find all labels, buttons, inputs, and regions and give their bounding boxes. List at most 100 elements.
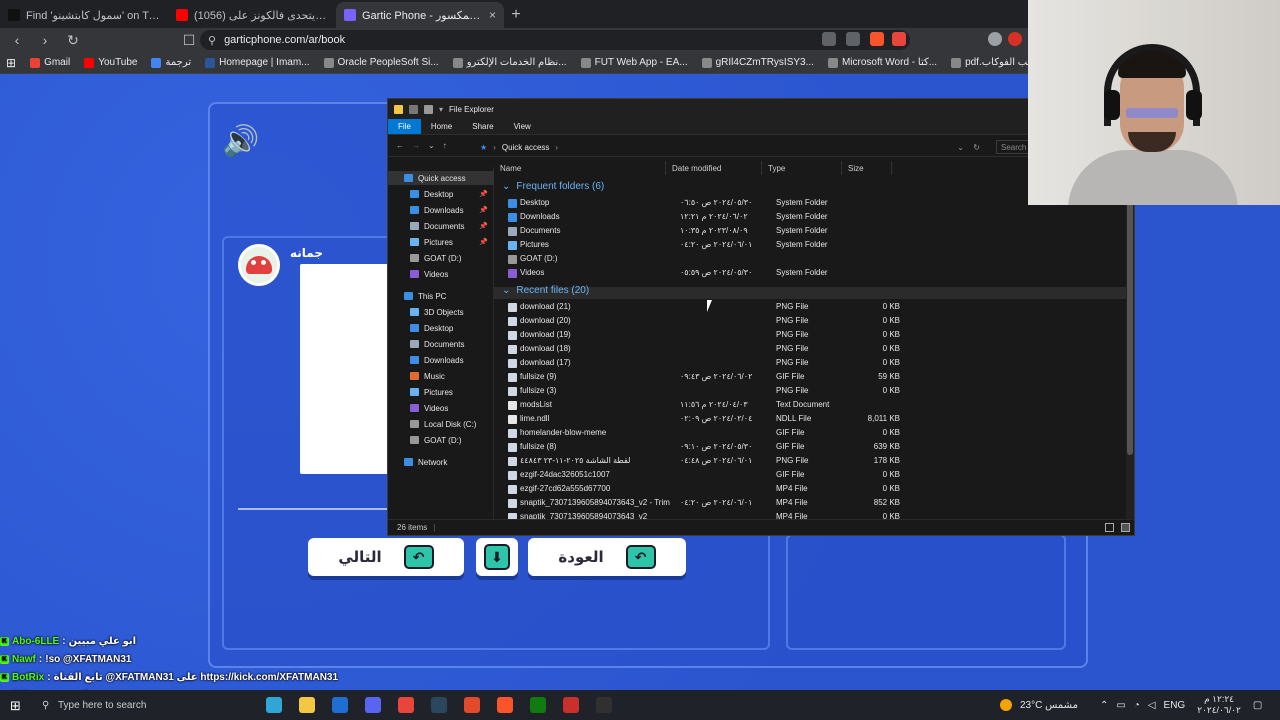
bookmark-item[interactable]: Gmail	[30, 57, 70, 68]
browser-tab[interactable]: (1056) مستر بيست يتحدى فالكونز على	[168, 2, 336, 28]
site-info-icon[interactable]: ⚲	[208, 34, 216, 47]
volume-icon[interactable]: ◁	[1148, 700, 1156, 711]
bookmark-item[interactable]: YouTube	[84, 57, 137, 68]
bookmark-item[interactable]: gRIl4CZmTRysISY3...	[701, 57, 814, 68]
language-indicator[interactable]: ENG	[1164, 700, 1186, 711]
tray-chevron-icon[interactable]: ⌃	[1100, 700, 1108, 711]
nav-item[interactable]: GOAT (D:)	[388, 433, 494, 447]
up-arrow-icon[interactable]: ↑	[443, 141, 447, 150]
taskbar-search-input[interactable]: ⚲ Type here to search	[36, 694, 246, 716]
share-icon[interactable]	[846, 32, 860, 46]
bookmark-item[interactable]: Oracle PeopleSoft Si...	[323, 57, 439, 68]
explorer-address-box[interactable]: ★ › Quick access › ⌄ ↻	[474, 140, 986, 154]
address-bar[interactable]: ⚲ garticphone.com/ar/book	[200, 30, 910, 50]
notifications-icon[interactable]: ▢	[1253, 700, 1262, 711]
nav-item[interactable]: This PC	[388, 289, 494, 303]
file-row[interactable]: download (19) PNG File 0 KB	[494, 329, 1126, 343]
chrome-icon[interactable]	[398, 697, 414, 713]
file-row[interactable]: snaptik_7307139605894073643_v2 - Trim ٢٠٢…	[494, 497, 1126, 511]
file-row[interactable]: download (17) PNG File 0 KB	[494, 357, 1126, 371]
ribbon-tab-home[interactable]: Home	[421, 119, 462, 134]
back-arrow-icon[interactable]: ←	[396, 141, 404, 150]
bookmark-item[interactable]: ترجمة	[151, 57, 191, 68]
file-row[interactable]: Pictures ٢٠٢٤/٠٦/٠١ ص ٠٤:٢٠ System Folder	[494, 239, 1126, 253]
file-row[interactable]: download (18) PNG File 0 KB	[494, 343, 1126, 357]
record-icon[interactable]	[1008, 32, 1022, 46]
nav-item[interactable]: Desktop	[388, 321, 494, 335]
address-dropdown-icon[interactable]: ⌄	[957, 143, 964, 152]
details-view-icon[interactable]	[1105, 523, 1114, 532]
translate-icon[interactable]	[822, 32, 836, 46]
browser-tab[interactable]: Gartic Phone - لعبة الهاتف المكسور ×	[336, 2, 504, 28]
nav-item[interactable]: Network	[388, 455, 494, 469]
outlook-icon[interactable]	[332, 697, 348, 713]
forward-icon[interactable]: ›	[36, 32, 54, 48]
recent-dropdown-icon[interactable]: ⌄	[428, 141, 435, 150]
file-row[interactable]: ezgif-27cd62a555d67700 MP4 File 0 KB	[494, 483, 1126, 497]
file-row[interactable]: GOAT (D:)	[494, 253, 1126, 267]
bookmark-item[interactable]: pdf.كتيب الفوكاب	[951, 57, 1038, 68]
group-header[interactable]: ⌄ Recent files (20)	[502, 285, 589, 296]
file-row[interactable]: modsList ٢٠٢٤/٠٤/٠٣ م ١١:٥٦ Text Document	[494, 399, 1126, 413]
nav-item[interactable]: Pictures 📌	[388, 235, 494, 249]
nav-item[interactable]: Desktop 📌	[388, 187, 494, 201]
file-row[interactable]: fullsize (3) PNG File 0 KB	[494, 385, 1126, 399]
app-icon[interactable]	[464, 697, 480, 713]
file-row[interactable]: Downloads ٢٠٢٤/٠٦/٠٢ م ١٢:٢١ System Folder	[494, 211, 1126, 225]
column-header[interactable]: Type	[762, 161, 842, 175]
nav-item[interactable]: Quick access	[388, 171, 494, 185]
weather-text[interactable]: 23°C مشمس	[1020, 700, 1078, 711]
file-row[interactable]: Documents ٢٠٢٣/٠٨/٠٩ م ١٠:٣٥ System Folder	[494, 225, 1126, 239]
nav-item[interactable]: Downloads 📌	[388, 203, 494, 217]
new-tab-button[interactable]: +	[504, 2, 528, 28]
discord-icon[interactable]	[365, 697, 381, 713]
forward-arrow-icon[interactable]: →	[412, 141, 420, 150]
brave-icon[interactable]	[497, 697, 513, 713]
reload-icon[interactable]: ↻	[64, 32, 82, 49]
speaker-icon[interactable]: 🔊	[222, 124, 259, 159]
nav-item[interactable]: Documents 📌	[388, 219, 494, 233]
nav-item[interactable]: Documents	[388, 337, 494, 351]
network-icon[interactable]: ◔	[1134, 700, 1140, 711]
nav-item[interactable]: Videos	[388, 267, 494, 281]
bookmark-item[interactable]: نظام الخدمات الإلكترو...	[452, 57, 567, 68]
xbox-icon[interactable]	[530, 697, 546, 713]
file-row[interactable]: لقطة الشاشة ٢٠٢٥-١١-٢٣ ٤٤٨٤٣ ٢٠٢٤/٠٦/٠١ ص…	[494, 455, 1126, 469]
group-header[interactable]: ⌄ Frequent folders (6)	[502, 181, 604, 192]
nav-item[interactable]: Downloads	[388, 353, 494, 367]
column-header[interactable]: Name	[494, 161, 666, 175]
file-row[interactable]: Videos ٢٠٢٤/٠٥/٣٠ ص ٠٥:٥٩ System Folder	[494, 267, 1126, 281]
file-row[interactable]: ezgif-24dac326051c1007 GIF File 0 KB	[494, 469, 1126, 483]
ribbon-tab-share[interactable]: Share	[462, 119, 503, 134]
scrollbar-thumb[interactable]	[1127, 167, 1133, 455]
apps-grid-icon[interactable]: ⊞	[6, 56, 16, 70]
column-header[interactable]: Size	[842, 161, 892, 175]
edge-icon[interactable]	[266, 697, 282, 713]
refresh-icon[interactable]: ↻	[973, 143, 980, 152]
file-row[interactable]: fullsize (8) ٢٠٢٤/٠٥/٣٠ ص ٠٩:١٠ GIF File 63…	[494, 441, 1126, 455]
file-row[interactable]: homelander-blow-meme GIF File 0 KB	[494, 427, 1126, 441]
nav-item[interactable]: Videos	[388, 401, 494, 415]
bookmark-icon[interactable]: ☐	[180, 32, 198, 49]
ribbon-tab-view[interactable]: View	[504, 119, 541, 134]
steam-icon[interactable]	[431, 697, 447, 713]
tab-close-icon[interactable]: ×	[489, 8, 496, 22]
vertical-scrollbar[interactable]	[1126, 167, 1134, 519]
file-row[interactable]: lime.ndll ٢٠٢٤/٠٢/٠٤ ص ٠٢:٠٩ NDLL File 8,01…	[494, 413, 1126, 427]
new-folder-icon[interactable]	[424, 104, 433, 114]
properties-icon[interactable]	[409, 104, 418, 114]
extension-icon[interactable]	[892, 32, 906, 46]
file-row[interactable]: download (21) PNG File 0 KB	[494, 301, 1126, 315]
brave-shield-icon[interactable]	[870, 32, 884, 46]
back-icon[interactable]: ‹	[8, 32, 26, 48]
app2-icon[interactable]	[563, 697, 579, 713]
quick-access-dropdown-icon[interactable]: ▾	[439, 105, 443, 114]
clock[interactable]: ١٢:٢٤ م ٢٠٢٤/٠٦/٠٢	[1197, 694, 1241, 716]
browser-tab[interactable]: Find 'سمول كابتشينو' on TikTok | Tik...	[0, 2, 168, 28]
nav-item[interactable]: GOAT (D:)	[388, 251, 494, 265]
weather-sun-icon[interactable]	[1000, 699, 1012, 711]
file-row[interactable]: fullsize (9) ٢٠٢٤/٠٦/٠٢ ص ٠٩:٤٣ GIF File 59…	[494, 371, 1126, 385]
nav-item[interactable]: Music	[388, 369, 494, 383]
bookmark-item[interactable]: FUT Web App - EA...	[580, 57, 688, 68]
file-row[interactable]: download (20) PNG File 0 KB	[494, 315, 1126, 329]
